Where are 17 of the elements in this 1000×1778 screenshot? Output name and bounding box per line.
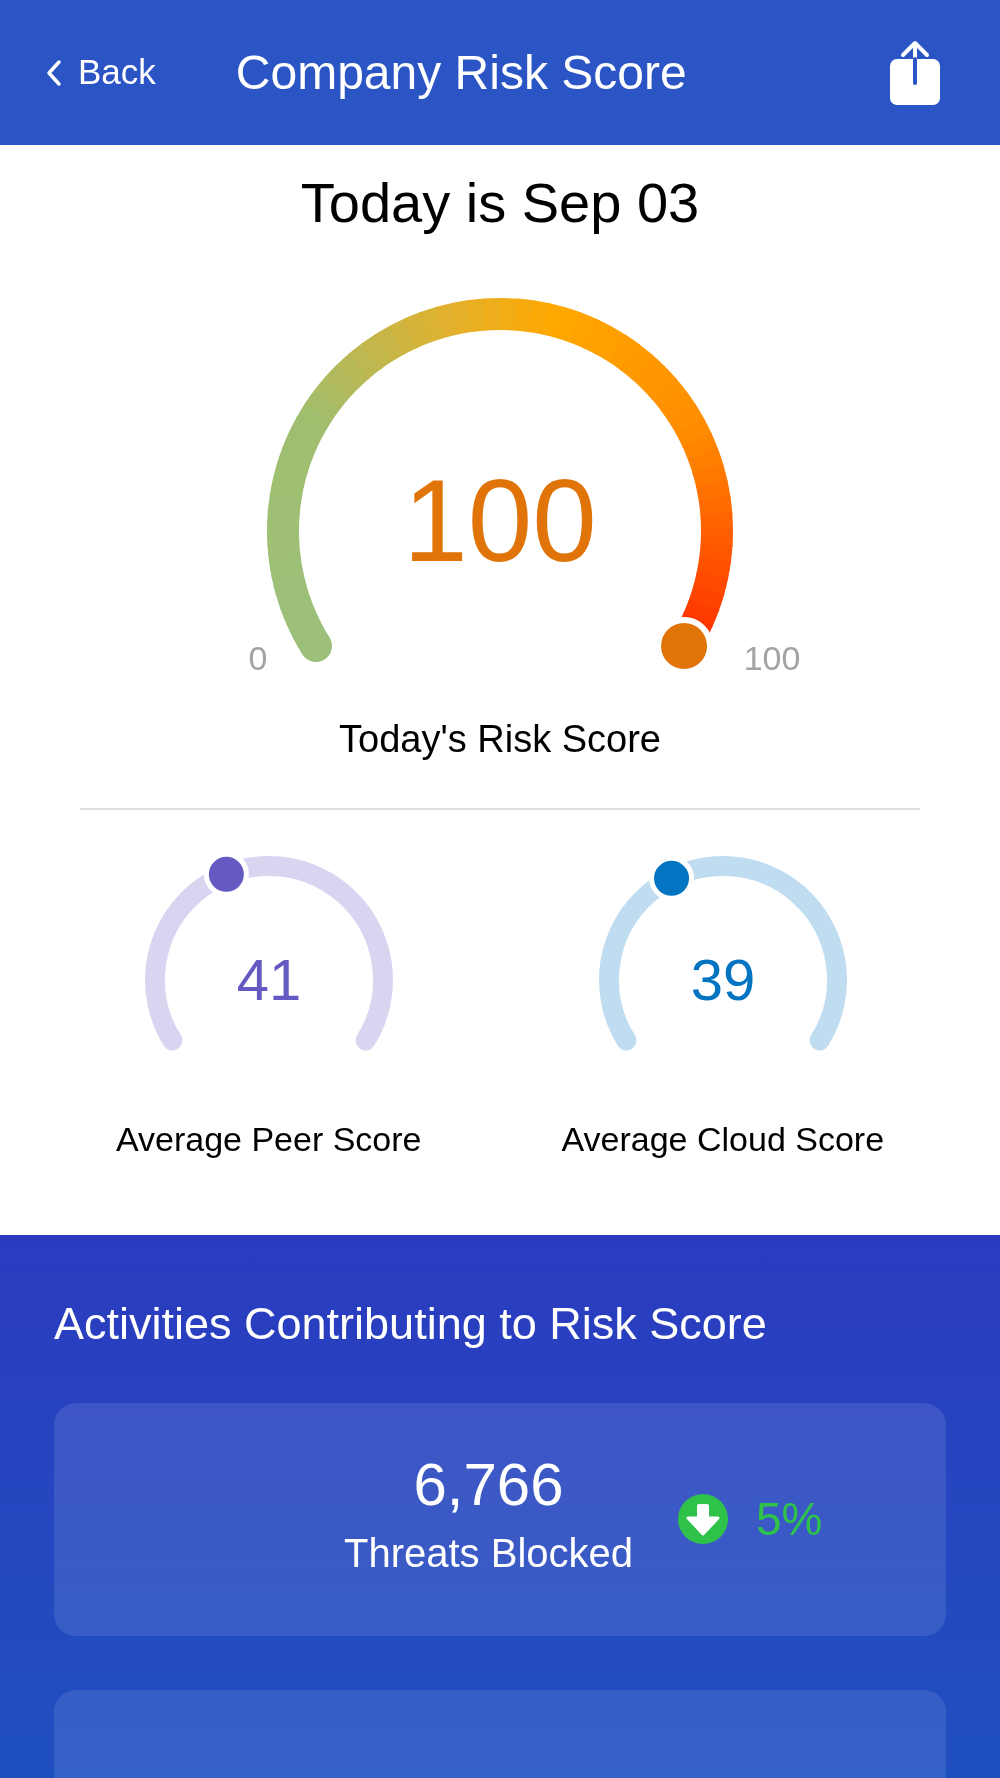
share-icon — [888, 38, 942, 107]
score-value: 41 — [236, 947, 301, 1012]
gauge-label: Today's Risk Score — [339, 717, 661, 762]
share-button[interactable] — [888, 38, 942, 107]
min-label: 0 — [248, 639, 268, 677]
chevron-left-icon — [46, 58, 62, 87]
trend-percent: 5% — [756, 1491, 823, 1547]
score-value: 39 — [690, 947, 755, 1012]
page-title: Company Risk Score — [235, 44, 687, 101]
max-label: 100 — [743, 639, 801, 677]
score-value: 100 — [403, 456, 597, 586]
gauge-label: Average Cloud Score — [561, 1119, 885, 1160]
gauge-label: Average Peer Score — [115, 1119, 422, 1160]
activity-label: Threats Blocked — [344, 1530, 634, 1577]
activity-count: 6,766 — [413, 1455, 564, 1515]
section-title: Activities Contributing to Risk Score — [54, 1297, 768, 1351]
back-button[interactable]: Back — [46, 46, 156, 99]
